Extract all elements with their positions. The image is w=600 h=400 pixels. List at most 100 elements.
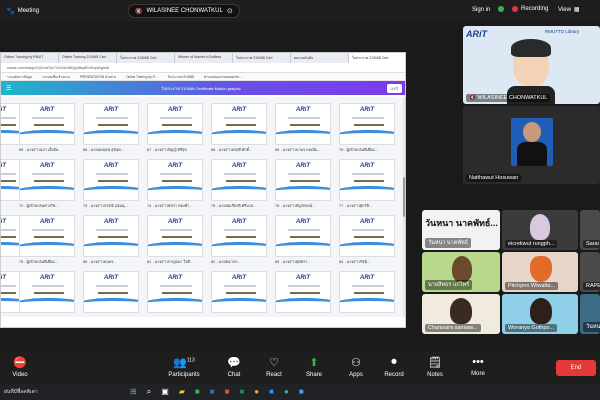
certificate-thumbnail[interactable]: ARiT: [339, 159, 395, 201]
participant-name: Chanisara sansaw...: [425, 324, 481, 332]
certificate-thumbnail[interactable]: ARiT: [19, 159, 75, 201]
participant-video-tile[interactable]: Natthawut Hosuwan: [463, 106, 600, 184]
certificate-caption: 74 - นางสาวพัชรา ทองคำ...: [147, 204, 193, 208]
bookmark-item[interactable]: Online Training by R...: [126, 75, 158, 79]
certificate-thumbnail[interactable]: ARiT: [211, 271, 267, 313]
bookmark-item[interactable]: ทำแบบสอบถามผลตอบรับ...: [204, 75, 242, 79]
word-icon[interactable]: ■: [210, 387, 215, 397]
arit-logo: ARiT: [40, 219, 54, 225]
browser-tab[interactable]: ใบประกาศ 21/5/68 Cert: [233, 53, 291, 63]
browser-tab[interactable]: Online Training 21/5/68 Cert: [59, 53, 117, 63]
participant-video-tile[interactable]: Pitchpon Wiwatta...: [502, 252, 578, 292]
end-button[interactable]: End: [556, 360, 596, 376]
browser-tabs: Online Training by RMUT Online Training …: [1, 53, 405, 63]
bookmark-item[interactable]: ระบบลงชื่อเข้าอบรม: [42, 75, 70, 79]
chrome-icon[interactable]: ●: [254, 387, 259, 397]
certificate-thumbnail[interactable]: ARiT: [19, 103, 75, 145]
participant-name: Woranya Gothpo...: [505, 324, 558, 332]
chat-button[interactable]: 💬 Chat: [214, 356, 254, 378]
arit-logo: ARiT: [0, 275, 6, 281]
task-view-icon[interactable]: ▣: [161, 387, 169, 397]
windows-start-icon[interactable]: ⊞: [130, 387, 137, 397]
participant-video-tile[interactable]: Sarai Ka...: [580, 210, 600, 250]
certificate-thumbnail[interactable]: ARiT: [83, 103, 139, 145]
avatar: [511, 39, 551, 86]
certificate-thumbnail[interactable]: ARiT: [83, 271, 139, 313]
certificate-thumbnail[interactable]: ARiT: [339, 215, 395, 257]
certificate-thumbnail[interactable]: ARiT: [83, 215, 139, 257]
edge-icon[interactable]: ●: [284, 387, 289, 397]
zoom-icon[interactable]: ■: [269, 387, 274, 397]
menu-icon[interactable]: ☰: [6, 85, 11, 92]
more-icon[interactable]: ⊙: [227, 7, 233, 15]
record-button[interactable]: ⏺ Record: [374, 356, 414, 378]
certificate-thumbnail[interactable]: ARiT: [339, 103, 395, 145]
certificate-thumbnail[interactable]: ARiT: [147, 159, 203, 201]
participant-video-tile[interactable]: Chanisara sansaw...: [422, 294, 500, 334]
participants-button[interactable]: 👥113 Participants: [162, 356, 206, 378]
browser-tab[interactable]: ผลงานอันดับ: [291, 53, 349, 63]
bookmark-item[interactable]: PRESENTATION ตัวอย่าง: [80, 75, 116, 79]
certificate-thumbnail[interactable]: ARiT: [211, 103, 267, 145]
heart-icon: ♡: [269, 357, 279, 369]
recording-indicator[interactable]: Recording: [512, 6, 548, 12]
share-button[interactable]: แชร์: [386, 83, 402, 93]
line-app-icon[interactable]: ■: [195, 387, 200, 397]
shared-screen: Online Training by RMUT Online Training …: [0, 52, 406, 328]
video-button[interactable]: ⛔ Video: [0, 356, 40, 378]
sign-in-link[interactable]: Sign in: [472, 7, 490, 13]
certificate-thumbnail[interactable]: ARiT: [83, 159, 139, 201]
arit-logo: ARiT: [104, 219, 118, 225]
url-bar[interactable]: canva.com/design/DAGmeTscTh/U1dUtNtQpNft…: [1, 63, 405, 73]
notes-button[interactable]: 🗒 Notes: [415, 356, 455, 378]
certificate-thumbnail[interactable]: ARiT: [275, 103, 331, 145]
security-shield-icon[interactable]: [498, 6, 504, 12]
participant-video-tile[interactable]: Woranya Gothpo...: [502, 294, 578, 334]
participant-video-tile[interactable]: eicrekwut rungph...: [502, 210, 578, 250]
certificate-thumbnail[interactable]: ARiT: [339, 271, 395, 313]
bookmark-item[interactable]: ใบประกาศ 21/5/68: [168, 75, 194, 79]
search-icon[interactable]: ⌕: [147, 387, 151, 397]
certificate-thumbnail[interactable]: ARiT: [275, 271, 331, 313]
arit-logo: ARiT: [232, 163, 246, 169]
folder-icon[interactable]: ▰: [179, 387, 185, 397]
certificate-thumbnail[interactable]: ARiT: [147, 215, 203, 257]
certificate-caption: 83 - นางสาวสุพัตรา...: [275, 260, 311, 264]
browser-tab-active[interactable]: ใบประกาศ 21/5/68 Cert: [349, 53, 405, 63]
certificate-caption: 69 - นางสาวนวพร พลเมือ...: [275, 148, 321, 152]
share-screen-button[interactable]: ⬆ Share: [294, 356, 334, 378]
arit-logo: ARiT: [296, 163, 310, 169]
participant-video-tile[interactable]: วันหนา: [580, 294, 600, 334]
active-speaker-pill[interactable]: 🔇 WILASINEE CHONWATKUL ⊙: [128, 4, 240, 18]
design-title[interactable]: ใบประกาศ 21/5/68 Certificate Motion grap…: [161, 85, 240, 92]
weather-status[interactable]: ฝนที่มีพื้อคพิเตา: [4, 388, 38, 396]
participant-video-tile[interactable]: วันหนา นาคพัทธ์... วันหนา นาคพัทธ์: [422, 210, 500, 250]
browser-tab[interactable]: Winner of Nomen's Endless: [175, 53, 233, 63]
certificate-thumbnail[interactable]: ARiT: [211, 159, 267, 201]
certificate-thumbnail[interactable]: ARiT: [147, 103, 203, 145]
view-menu[interactable]: View ▦: [558, 6, 580, 14]
apps-button[interactable]: ⚇ Apps: [336, 356, 376, 378]
certificate-thumbnail[interactable]: ARiT: [275, 215, 331, 257]
certificate-caption: 73 - นางสาวกรรณี แจ่มนุ...: [83, 204, 128, 208]
vertical-scrollbar[interactable]: [403, 97, 405, 317]
react-button[interactable]: ♡ React: [254, 356, 294, 378]
arit-logo: ARiT: [40, 107, 54, 113]
photos-icon[interactable]: ■: [299, 387, 304, 397]
certificate-thumbnail[interactable]: ARiT: [147, 271, 203, 313]
certificate-thumbnail[interactable]: ARiT: [19, 271, 75, 313]
certificate-caption: 77 - นางสาวศุกร์ลี...: [339, 204, 373, 208]
excel-icon[interactable]: ■: [239, 387, 244, 397]
participant-video-tile[interactable]: RAPEE: [580, 252, 600, 292]
speaker-video-tile[interactable]: ARiT RMUTTO Library 🔇 WILASINEE CHONWATK…: [463, 26, 600, 104]
certificate-thumbnail[interactable]: ARiT: [211, 215, 267, 257]
certificate-caption: 79 - ผู้เข้าอบรมดีเยี่ยม...: [19, 260, 58, 264]
more-button[interactable]: ••• More: [458, 356, 498, 377]
powerpoint-icon[interactable]: ■: [225, 387, 230, 397]
browser-tab[interactable]: ใบประกาศ 21/5/68 Cert: [117, 53, 175, 63]
certificate-thumbnail[interactable]: ARiT: [19, 215, 75, 257]
participant-video-tile[interactable]: นายสิทธร แก่ไพร์: [422, 252, 500, 292]
certificate-thumbnail[interactable]: ARiT: [275, 159, 331, 201]
bookmark-item[interactable]: ระบบจัดการข้อมูล: [7, 75, 32, 79]
browser-tab[interactable]: Online Training by RMUT: [1, 53, 59, 63]
